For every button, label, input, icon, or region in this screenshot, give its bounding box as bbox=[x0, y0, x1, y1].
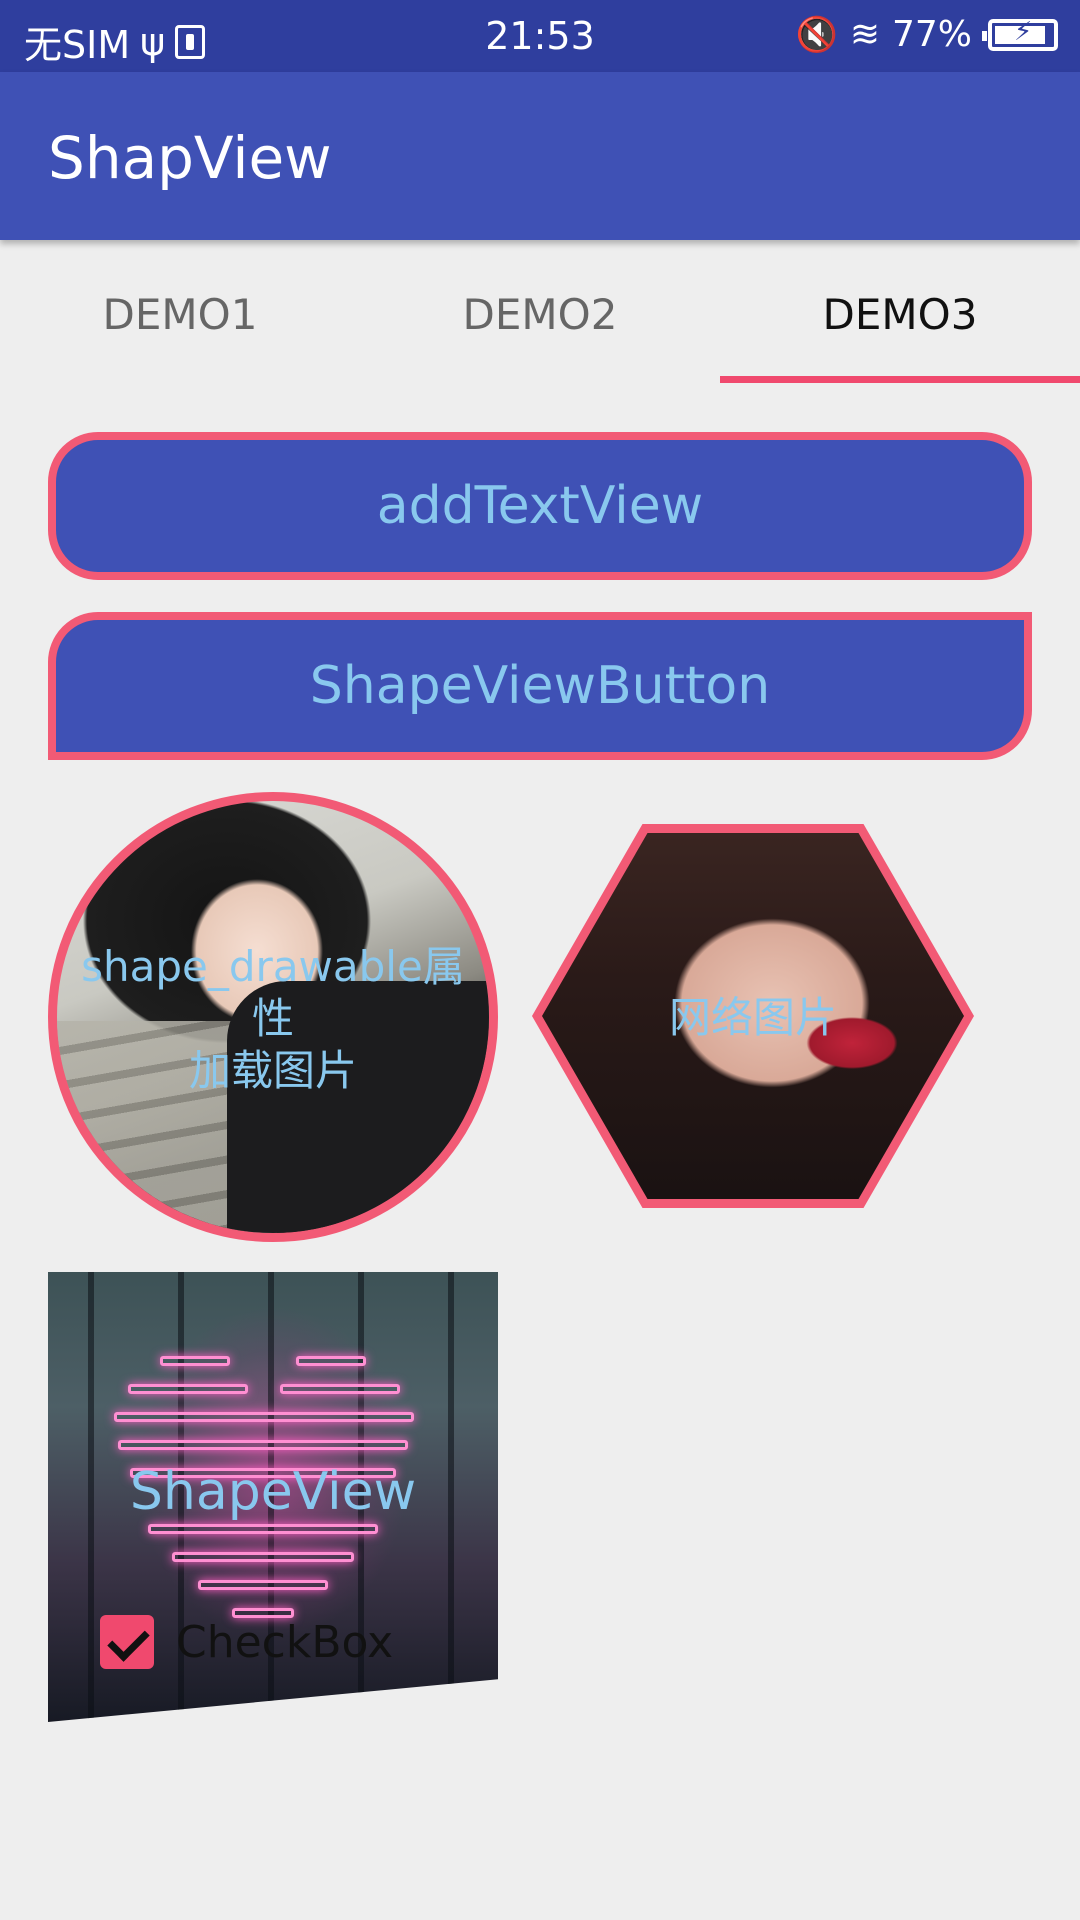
neon-bar bbox=[198, 1580, 328, 1590]
circle-label-line1: shape_drawable属 bbox=[81, 942, 465, 991]
circle-image-label: shape_drawable属 性 加载图片 bbox=[57, 941, 489, 1097]
neon-bar bbox=[148, 1524, 378, 1534]
trapezoid-image-view[interactable]: ShapeView CheckBox bbox=[48, 1272, 498, 1722]
neon-bar bbox=[280, 1384, 400, 1394]
checkbox-label: CheckBox bbox=[176, 1616, 394, 1668]
wifi-icon: ≋ bbox=[849, 14, 880, 55]
hexagon-image-view[interactable]: 网络图片 bbox=[532, 824, 974, 1208]
status-bar: 无SIM ψ 21:53 🔇 ≋ 77% ⚡ bbox=[0, 0, 1080, 72]
status-right: 🔇 ≋ 77% ⚡ bbox=[795, 14, 1058, 55]
neon-bar bbox=[114, 1412, 414, 1422]
neon-bar bbox=[296, 1356, 366, 1366]
neon-bar bbox=[172, 1552, 354, 1562]
add-text-view-button[interactable]: addTextView bbox=[48, 432, 1032, 580]
circle-image-view[interactable]: shape_drawable属 性 加载图片 bbox=[48, 792, 498, 1242]
mute-icon: 🔇 bbox=[795, 14, 838, 55]
checkbox-checked-icon[interactable] bbox=[100, 1615, 154, 1669]
checkbox-row[interactable]: CheckBox bbox=[100, 1615, 393, 1669]
tab-demo1[interactable]: DEMO1 bbox=[0, 240, 360, 384]
app-toolbar: ShapView bbox=[0, 72, 1080, 240]
tab-indicator bbox=[720, 376, 1080, 383]
circle-label-line3: 加载图片 bbox=[188, 1046, 357, 1095]
neon-bar bbox=[118, 1440, 408, 1450]
trapezoid-image-label: ShapeView bbox=[129, 1462, 417, 1522]
neon-bar bbox=[160, 1356, 230, 1366]
app-title: ShapView bbox=[48, 124, 332, 192]
battery-icon: ⚡ bbox=[982, 16, 1058, 51]
tab-demo2[interactable]: DEMO2 bbox=[360, 240, 720, 384]
circle-label-line2: 性 bbox=[251, 994, 294, 1043]
tab-demo3[interactable]: DEMO3 bbox=[720, 240, 1080, 384]
battery-percent: 77% bbox=[891, 14, 972, 55]
hexagon-image-label: 网络图片 bbox=[668, 993, 837, 1042]
shape-view-button[interactable]: ShapeViewButton bbox=[48, 612, 1032, 760]
charging-bolt-icon: ⚡ bbox=[1014, 16, 1033, 47]
neon-bar bbox=[128, 1384, 248, 1394]
tab-bar: DEMO1 DEMO2 DEMO3 bbox=[0, 240, 1080, 384]
